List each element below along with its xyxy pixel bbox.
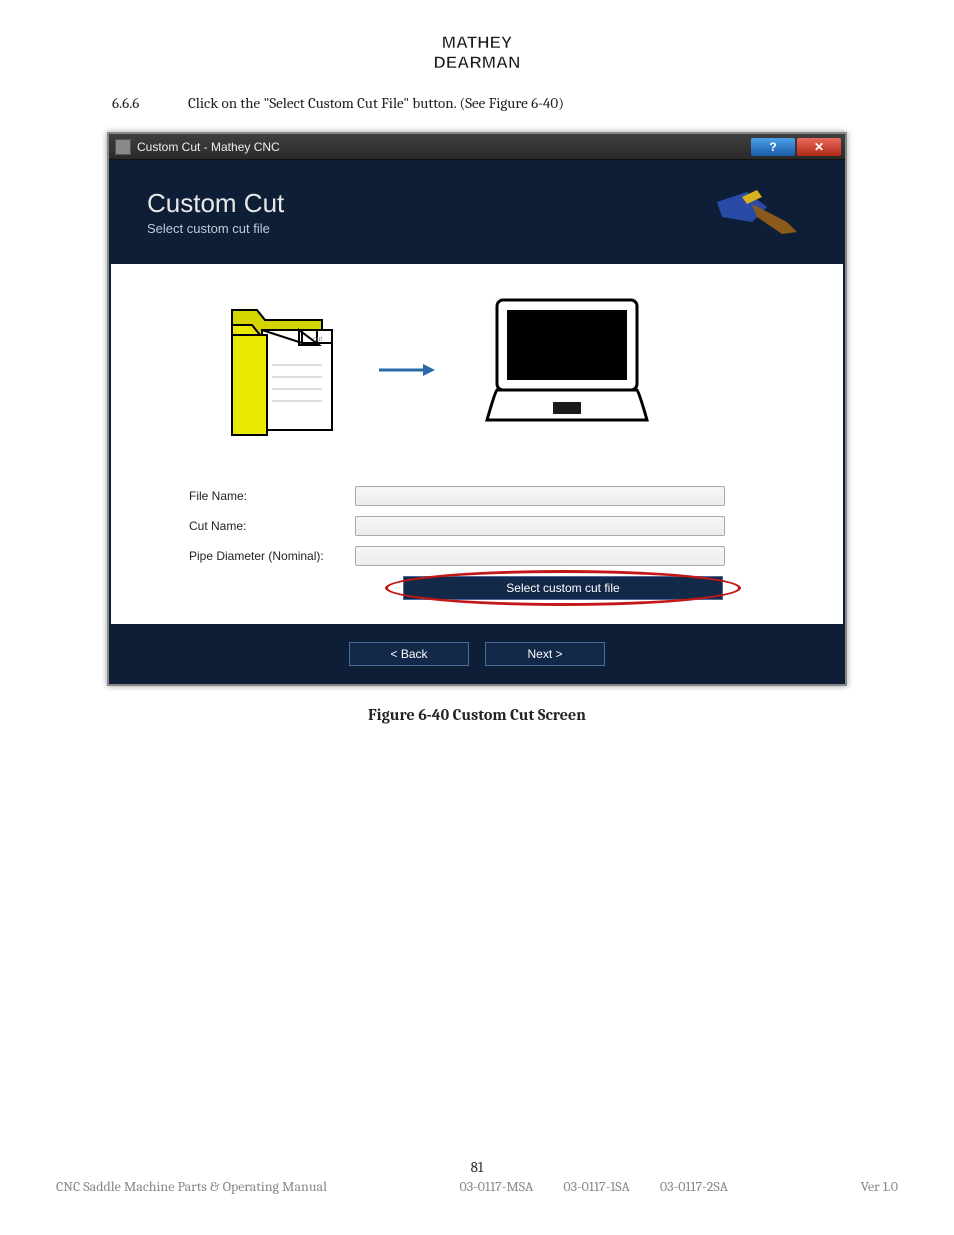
back-button[interactable]: < Back: [349, 642, 469, 666]
page-footer: 81 CNC Saddle Machine Parts & Operating …: [56, 1158, 898, 1195]
select-button-label: Select custom cut file: [506, 581, 619, 595]
footer-code-1: 03-0117-MSA: [459, 1178, 533, 1195]
close-button[interactable]: ✕: [797, 138, 841, 156]
logo-text-2: DEARMAN: [434, 53, 521, 72]
page-number: 81: [56, 1158, 898, 1176]
instruction-line: 6.6.6 Click on the "Select Custom Cut Fi…: [112, 94, 898, 112]
instruction-number: 6.6.6: [112, 94, 188, 112]
footer-version: Ver 1.0: [861, 1178, 898, 1195]
file-name-row: File Name:: [135, 486, 819, 506]
svg-text:cut: cut: [313, 336, 322, 343]
figure-caption: Figure 6-40 Custom Cut Screen: [56, 706, 898, 724]
pipe-diam-row: Pipe Diameter (Nominal):: [135, 546, 819, 566]
pipe-diam-input[interactable]: [355, 546, 725, 566]
instruction-text: Click on the "Select Custom Cut File" bu…: [188, 94, 564, 112]
next-button-label: Next >: [527, 647, 562, 661]
saddle-machine-icon: [697, 182, 817, 242]
cut-name-row: Cut Name:: [135, 516, 819, 536]
dialog-header: Custom Cut Select custom cut file: [109, 160, 845, 264]
window-titlebar[interactable]: Custom Cut - Mathey CNC ? ✕: [109, 134, 845, 160]
pipe-diam-label: Pipe Diameter (Nominal):: [135, 549, 355, 563]
dialog-content: cut: [111, 264, 843, 624]
folder-document-icon: cut: [227, 295, 347, 445]
help-button[interactable]: ?: [751, 138, 795, 156]
custom-cut-dialog: Custom Cut - Mathey CNC ? ✕ Custom Cut S…: [107, 132, 847, 686]
select-custom-cut-file-button[interactable]: Select custom cut file: [403, 576, 723, 600]
footer-manual-title: CNC Saddle Machine Parts & Operating Man…: [56, 1178, 327, 1195]
illustration: cut: [135, 282, 819, 476]
dialog-heading: Custom Cut: [147, 188, 284, 219]
window-title: Custom Cut - Mathey CNC: [137, 140, 751, 154]
cut-name-label: Cut Name:: [135, 519, 355, 533]
footer-code-2: 03-0117-1SA: [563, 1178, 630, 1195]
back-button-label: < Back: [390, 647, 427, 661]
close-icon: ✕: [814, 140, 824, 154]
next-button[interactable]: Next >: [485, 642, 605, 666]
file-name-label: File Name:: [135, 489, 355, 503]
laptop-icon: [467, 290, 667, 450]
dialog-nav: < Back Next >: [109, 624, 845, 684]
logo-text-1: MATHEY: [442, 33, 513, 52]
dialog-subheading: Select custom cut file: [147, 221, 284, 236]
cut-name-input[interactable]: [355, 516, 725, 536]
arrow-icon: [377, 360, 437, 380]
app-icon: [115, 139, 131, 155]
file-name-input[interactable]: [355, 486, 725, 506]
company-logo: MATHEY DEARMAN: [56, 28, 898, 82]
help-icon: ?: [769, 140, 776, 154]
footer-code-3: 03-0117-2SA: [660, 1178, 728, 1195]
